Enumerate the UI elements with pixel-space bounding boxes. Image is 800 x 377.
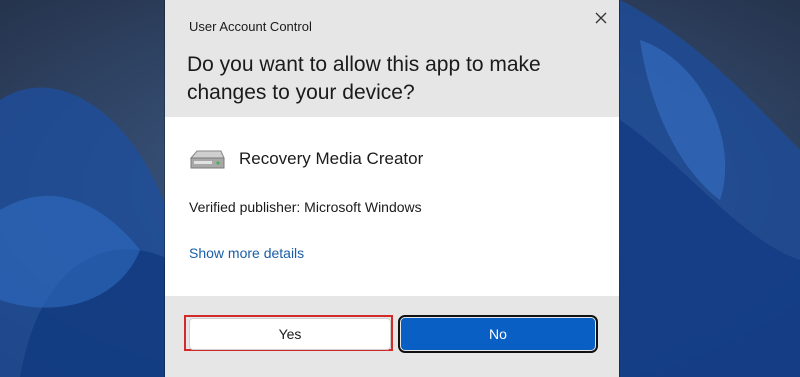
app-name: Recovery Media Creator xyxy=(239,149,424,168)
uac-dialog: User Account Control Do you want to allo… xyxy=(165,0,619,377)
app-info: Recovery Media Creator xyxy=(187,144,423,174)
dialog-footer: Yes No xyxy=(165,296,619,377)
window-title: User Account Control xyxy=(189,19,312,34)
no-button[interactable]: No xyxy=(398,315,598,353)
prompt-question: Do you want to allow this app to make ch… xyxy=(187,53,541,104)
dialog-header: User Account Control Do you want to allo… xyxy=(165,0,619,117)
drive-icon xyxy=(189,150,225,169)
close-icon xyxy=(595,12,607,24)
close-button[interactable] xyxy=(589,6,613,30)
show-more-details-link[interactable]: Show more details xyxy=(189,245,304,261)
yes-button[interactable]: Yes xyxy=(189,318,391,350)
publisher-text: Verified publisher: Microsoft Windows xyxy=(189,199,422,215)
